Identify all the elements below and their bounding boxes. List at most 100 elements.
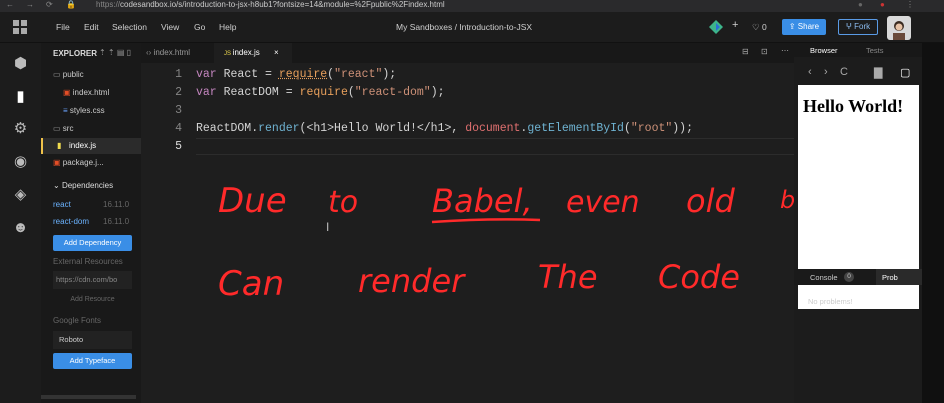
open-new-window-icon[interactable]: ▢ xyxy=(900,66,910,79)
annotation-word: to xyxy=(328,185,358,220)
menu-go[interactable]: Go xyxy=(194,22,205,32)
line-number: 2 xyxy=(175,86,182,99)
add-dependency-button[interactable]: Add Dependency xyxy=(53,235,132,251)
dependency-react[interactable]: react xyxy=(53,200,71,209)
url-text: codesandbox.io/s/introduction-to-jsx-h8u… xyxy=(120,0,445,9)
explorer-scrollbar[interactable] xyxy=(41,395,136,399)
annotation-word: old xyxy=(686,182,735,220)
forward-icon[interactable]: → xyxy=(26,0,34,9)
annotation-word: Code xyxy=(658,258,740,296)
back-icon[interactable]: ‹ xyxy=(808,66,812,78)
menu-edit[interactable]: Edit xyxy=(84,22,99,32)
url-prefix: https:// xyxy=(96,0,121,9)
current-line-highlight xyxy=(196,138,794,155)
browser-menu-icon[interactable]: ⋮ xyxy=(906,0,914,9)
tab-index-js[interactable]: JS index.js × xyxy=(214,43,292,63)
resource-url-input[interactable]: https://cdn.com/bo xyxy=(53,271,132,289)
preview-toggle-icon[interactable]: ⊡ xyxy=(761,47,768,56)
console-count-badge: 0 xyxy=(844,272,854,282)
tab-problems[interactable]: Prob xyxy=(876,269,922,285)
add-icon[interactable]: + xyxy=(732,19,738,31)
explorer-item-public[interactable]: ▭ public xyxy=(53,70,84,79)
dependency-version: 16.11.0 xyxy=(103,217,130,226)
annotation-word: even xyxy=(566,185,640,220)
code-line-4[interactable]: ReactDOM.render(<h1>Hello World!</h1>, d… xyxy=(196,122,693,135)
top-bar: File Edit Selection View Go Help My Sand… xyxy=(0,12,944,43)
sandbox-title: My Sandboxes / Introduction-to-JSX xyxy=(396,22,533,32)
menu-file[interactable]: File xyxy=(56,22,70,32)
annotation-word: Due xyxy=(218,181,287,221)
google-fonts-title: Google Fonts xyxy=(53,316,102,325)
more-icon[interactable]: ⋯ xyxy=(781,46,789,55)
reload-icon[interactable]: ⟳ xyxy=(46,0,53,9)
code-line-2[interactable]: var ReactDOM = require("react-dom"); xyxy=(196,86,445,99)
menu-view[interactable]: View xyxy=(161,22,179,32)
share-label: Share xyxy=(797,22,820,31)
fork-button[interactable]: ⵖ Fork xyxy=(838,19,878,35)
right-gutter xyxy=(922,43,944,403)
preview-toolbar: ‹ › C ▇ ▢ xyxy=(794,63,922,83)
tab-index-html[interactable]: ‹› index.html xyxy=(146,43,214,63)
users-icon[interactable]: ☻ xyxy=(12,219,29,236)
console-tabs: Console 0 Prob xyxy=(794,269,922,285)
preview-tabs: Browser Tests xyxy=(794,43,922,57)
close-icon[interactable]: × xyxy=(274,48,279,57)
github-icon[interactable]: ◉ xyxy=(12,153,29,170)
tab-label: index.js xyxy=(232,48,260,57)
forward-icon[interactable]: › xyxy=(824,66,828,78)
external-resources-title: External Resources xyxy=(53,257,123,266)
tab-browser[interactable]: Browser xyxy=(810,46,838,55)
share-button[interactable]: ⇪ Share xyxy=(782,19,826,35)
code-line-1[interactable]: var React = require("react"); xyxy=(196,68,396,81)
add-typeface-button[interactable]: Add Typeface xyxy=(53,353,132,369)
address-bar[interactable]: https://codesandbox.io/s/introduction-to… xyxy=(96,0,445,9)
extension-record-icon[interactable]: ● xyxy=(880,0,885,9)
font-select[interactable]: Roboto xyxy=(53,331,132,349)
tab-tests[interactable]: Tests xyxy=(866,46,884,55)
dependency-version: 16.11.0 xyxy=(103,200,130,209)
avatar[interactable] xyxy=(887,16,911,40)
split-view-icon[interactable]: ⊟ xyxy=(742,47,749,56)
codesandbox-logo-icon[interactable] xyxy=(13,20,27,34)
css-file-icon: ≡ xyxy=(63,106,70,115)
annotation-word: Can xyxy=(218,264,284,304)
tab-label: index.html xyxy=(153,48,191,57)
menu-help[interactable]: Help xyxy=(219,22,236,32)
editor-tabs: ‹› index.html JS index.js × ⊟ ⊡ ⋯ xyxy=(141,43,794,63)
extension-icon[interactable]: ● xyxy=(858,0,863,9)
dependency-name: react-dom xyxy=(53,217,90,226)
window-icon[interactable]: ▇ xyxy=(874,66,882,79)
explorer-item-src[interactable]: ▭ src xyxy=(53,124,73,133)
cube-icon[interactable]: ⬢ xyxy=(12,55,29,72)
chevron-down-icon: ⌄ xyxy=(53,181,62,190)
preview-heading: Hello World! xyxy=(803,96,904,116)
folder-icon: ▭ xyxy=(53,70,63,79)
file-icon[interactable]: ▮ xyxy=(12,88,29,105)
activity-bar: ⬢ ▮ ⚙ ◉ ◈ ☻ xyxy=(0,43,41,403)
lock-icon: 🔒 xyxy=(66,0,76,9)
explorer-item-label: styles.css xyxy=(69,106,105,115)
explorer-item-package-json[interactable]: ▣ package.j... xyxy=(53,158,104,167)
add-resource-button[interactable]: Add Resource xyxy=(53,293,132,307)
rocket-icon[interactable]: ◈ xyxy=(12,186,29,203)
line-number: 1 xyxy=(175,68,182,81)
back-icon[interactable]: ← xyxy=(6,0,14,9)
explorer-item-index-html[interactable]: ▣ index.html xyxy=(63,88,109,97)
dependency-react-dom[interactable]: react-dom xyxy=(53,217,89,226)
menu-selection[interactable]: Selection xyxy=(112,22,147,32)
dependency-name: react xyxy=(53,200,71,209)
deploy-icon[interactable] xyxy=(709,20,723,34)
refresh-icon[interactable]: C xyxy=(840,66,848,78)
share-icon: ⇪ xyxy=(788,22,798,31)
heart-icon[interactable]: ♡ xyxy=(752,22,760,33)
js-icon: JS xyxy=(224,51,233,57)
tab-console[interactable]: Console xyxy=(810,273,838,282)
annotation-word: The xyxy=(538,258,598,296)
explorer-actions-icon[interactable]: ⇡ ⇡ ▤ ▯ xyxy=(99,48,131,57)
explorer-item-styles-css[interactable]: ≡ styles.css xyxy=(63,106,105,115)
browser-chrome: ← → ⟳ 🔒 https://codesandbox.io/s/introdu… xyxy=(0,0,944,12)
explorer-item-index-js[interactable]: ▮ index.js xyxy=(41,138,141,154)
dependencies-header[interactable]: ⌄ Dependencies xyxy=(53,181,113,190)
explorer-item-label: public xyxy=(62,70,84,79)
gear-icon[interactable]: ⚙ xyxy=(12,120,29,137)
